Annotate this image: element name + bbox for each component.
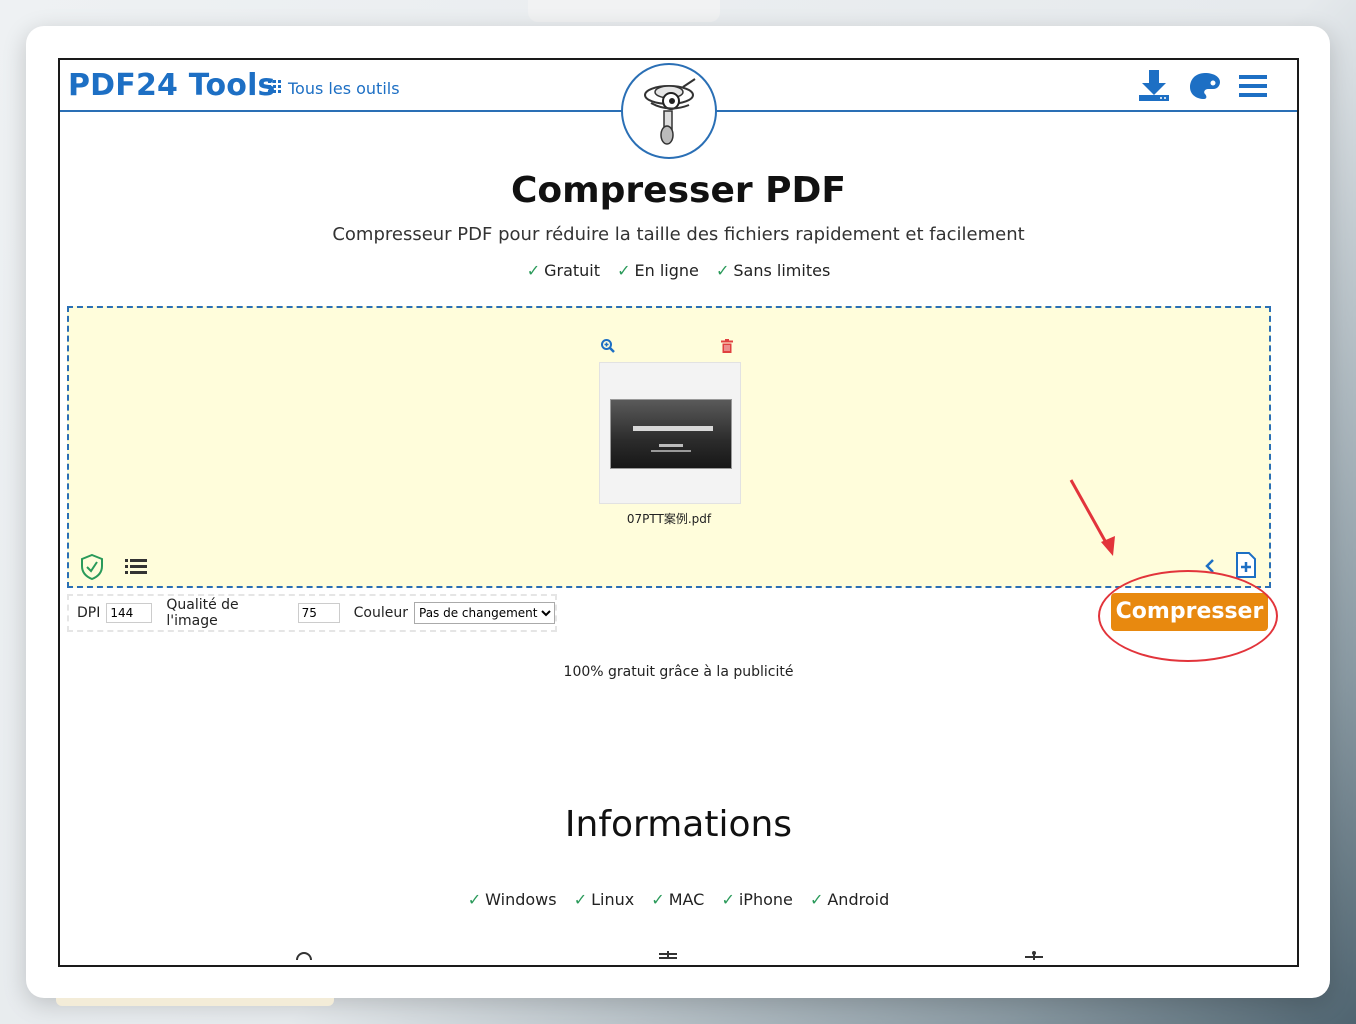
page-subtitle: Compresseur PDF pour réduire la taille d… — [332, 224, 1025, 245]
file-dropzone[interactable]: 07PTT案例.pdf — [67, 306, 1271, 588]
mascot-logo — [621, 63, 717, 159]
shield-icon[interactable] — [81, 553, 103, 584]
dpi-input[interactable] — [106, 603, 153, 623]
window-top-tab — [528, 0, 720, 22]
menu-icon[interactable] — [1239, 74, 1267, 102]
file-name: 07PTT案例.pdf — [626, 512, 712, 526]
feature-item: ✓ En ligne — [617, 261, 699, 280]
download-icon[interactable] — [1137, 70, 1171, 106]
chevron-left-icon[interactable] — [1204, 558, 1216, 578]
platform-list: ✓ Windows ✓ Linux ✓ MAC ✓ iPhone ✓ Android — [60, 890, 1297, 909]
check-icon: ✓ — [651, 890, 665, 909]
check-icon: ✓ — [617, 261, 631, 280]
quality-input[interactable] — [297, 603, 340, 623]
partial-icon — [1025, 951, 1043, 960]
color-label: Couleur — [353, 605, 408, 621]
partial-icon — [296, 952, 312, 960]
platform-item: ✓ Linux — [573, 890, 635, 909]
check-icon: ✓ — [573, 890, 588, 909]
compression-options: DPI Qualité de l'image Couleur Pas de ch… — [67, 594, 557, 632]
feature-item: ✓ Sans limites — [715, 261, 831, 280]
ad-note: 100% gratuit grâce à la publicité — [563, 664, 794, 680]
header-actions — [1137, 70, 1267, 106]
dpi-label: DPI — [77, 605, 101, 621]
annotation-arrow — [1069, 479, 1115, 556]
check-icon: ✓ — [467, 890, 482, 909]
browser-frame: PDF24 Tools Tous les outils Compresser P… — [58, 58, 1299, 967]
check-icon: ✓ — [809, 890, 824, 909]
trash-icon[interactable] — [721, 338, 733, 357]
grid-icon — [268, 79, 282, 98]
platform-item: ✓ Android — [809, 890, 890, 909]
quality-label: Qualité de l'image — [166, 597, 239, 629]
page-title: Compresser PDF — [510, 170, 847, 211]
check-icon: ✓ — [721, 890, 735, 909]
platform-item: ✓ iPhone — [721, 890, 793, 909]
feature-item: ✓ Gratuit — [526, 261, 601, 280]
site-logo[interactable]: PDF24 Tools — [68, 68, 276, 103]
compress-button[interactable]: Compresser — [1111, 593, 1268, 631]
info-title: Informations — [564, 804, 793, 845]
file-preview-card[interactable] — [599, 362, 741, 504]
platform-item: ✓ MAC — [651, 890, 705, 909]
list-icon[interactable] — [125, 558, 147, 580]
window-bottom-tab — [56, 998, 334, 1006]
platform-item: ✓ Windows — [467, 890, 557, 909]
pdf-thumbnail — [610, 399, 732, 469]
feature-list: ✓ Gratuit ✓ En ligne ✓ Sans limites — [60, 261, 1297, 280]
add-file-icon[interactable] — [1235, 552, 1257, 582]
color-select[interactable]: Pas de changement — [414, 602, 555, 624]
zoom-icon[interactable] — [601, 338, 615, 357]
palette-icon[interactable] — [1189, 72, 1221, 104]
check-icon: ✓ — [526, 261, 541, 280]
check-icon: ✓ — [715, 261, 730, 280]
all-tools-label: Tous les outils — [288, 79, 400, 98]
all-tools-link[interactable]: Tous les outils — [268, 79, 400, 98]
partial-icon — [659, 951, 677, 959]
